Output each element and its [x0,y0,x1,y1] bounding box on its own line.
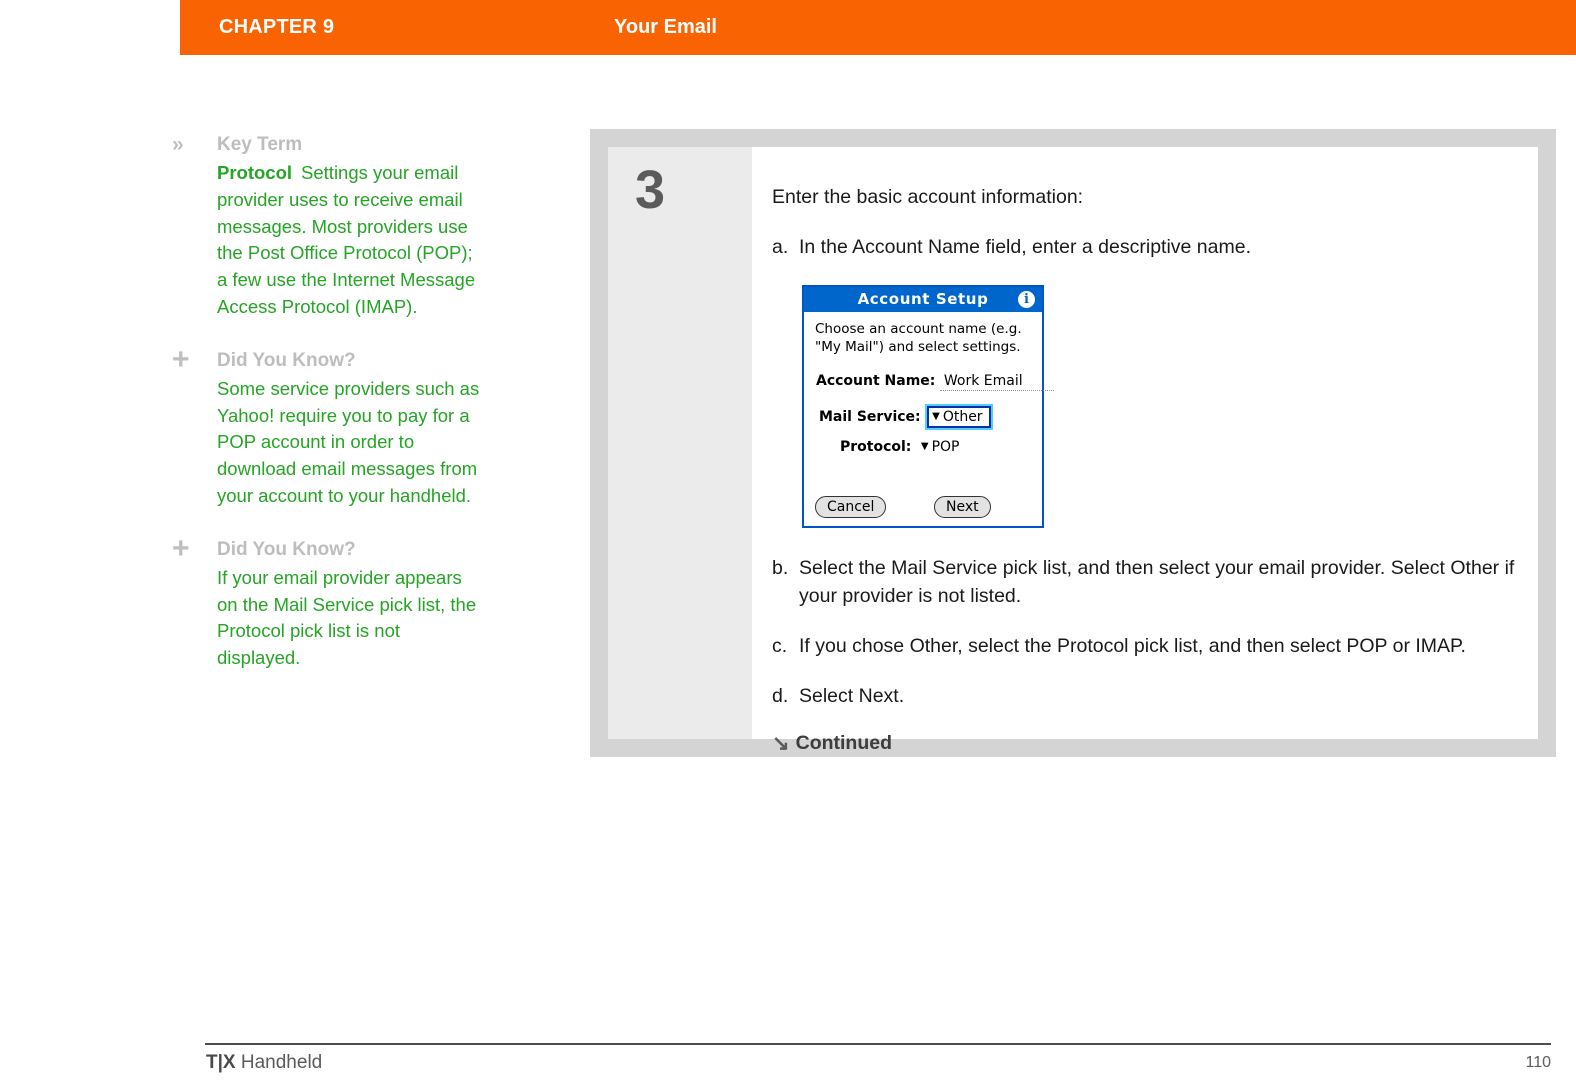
note-heading: Key Term [217,134,303,155]
step-callout-box: 3 Enter the basic account information: a… [590,129,1556,757]
cancel-button[interactable]: Cancel [815,496,887,518]
substep-a: a. In the Account Name field, enter a de… [772,233,1522,261]
substep-marker: c. [772,635,788,657]
footer-divider [205,1043,1551,1045]
pda-field-protocol: Protocol: ▼ POP [840,438,965,456]
header-section-title: Your Email [614,16,717,38]
substep-text: Select Next. [799,685,905,707]
continued-indicator: ↘ Continued [772,732,1522,755]
substep-marker: d. [772,685,789,707]
note-body: Key Term Protocol Settings your email pro… [217,131,482,321]
header-chapter-label: CHAPTER 9 [219,16,335,38]
substep-text: In the Account Name field, enter a descr… [799,236,1251,258]
pda-field-label: Mail Service: [819,409,921,425]
note-text: Some service providers such as Yahoo! re… [217,377,480,506]
note-did-you-know-2: + Did You Know? If your email provider a… [172,531,482,672]
plus-icon: + [172,531,190,565]
pda-field-label: Account Name: [816,373,936,389]
step-number-column: 3 [608,147,752,739]
page-header-bar: CHAPTER 9 Your Email [180,0,1576,55]
pda-field-label: Protocol: [840,439,912,455]
note-body: Did You Know? Some service providers suc… [217,347,482,510]
footer-product-label: T|X Handheld [206,1052,322,1074]
note-term: Protocol [217,162,293,183]
substep-b: b. Select the Mail Service pick list, an… [772,554,1522,610]
step-content: Enter the basic account information: a. … [772,183,1522,755]
double-chevron-right-icon: » [172,133,184,156]
continued-label: Continued [795,732,893,754]
info-icon[interactable]: i [1018,291,1035,308]
arrow-down-right-icon: ↘ [772,731,790,755]
note-text: Protocol Settings your email provider use… [217,160,482,321]
chevron-down-icon: ▼ [932,411,940,422]
step-lead-text: Enter the basic account information: [772,186,1084,208]
note-definition: Settings your email provider uses to rec… [217,162,476,317]
plus-icon: + [172,342,190,376]
substep-d: d. Select Next. [772,682,1522,710]
step-inner-panel: 3 Enter the basic account information: a… [608,147,1538,754]
protocol-value: POP [931,439,960,455]
substep-marker: a. [772,236,789,258]
product-name: Handheld [235,1052,323,1073]
note-text: If your email provider appears on the Ma… [217,566,477,669]
product-mark: T|X [206,1052,236,1073]
pda-screenshot-account-setup: Account Setup i Choose an account name (… [802,285,1054,528]
step-number: 3 [635,160,666,220]
substep-marker: b. [772,557,789,579]
substep-text: Select the Mail Service pick list, and t… [799,557,1515,607]
note-key-term: » Key Term Protocol Settings your email p… [172,131,482,321]
substep-text: If you chose Other, select the Protocol … [799,635,1466,657]
note-heading: Did You Know? [217,538,356,560]
pda-field-account-name: Account Name: Work Email [816,373,1054,391]
pda-titlebar: Account Setup i [804,287,1042,312]
pda-title: Account Setup [857,290,989,308]
mail-service-value: Other [942,409,983,425]
note-did-you-know-1: + Did You Know? Some service providers s… [172,342,482,510]
pda-field-mail-service: Mail Service: ▼ Other [819,406,991,428]
substep-c: c. If you chose Other, select the Protoc… [772,632,1522,660]
sidebar-notes: » Key Term Protocol Settings your email p… [172,131,482,698]
account-name-input[interactable]: Work Email [939,373,1054,391]
note-heading: Did You Know? [217,349,356,371]
page-number: 110 [1525,1054,1551,1071]
mail-service-picklist[interactable]: ▼ Other [927,406,991,428]
next-button[interactable]: Next [934,496,991,518]
chevron-down-icon: ▼ [920,441,929,452]
note-body: Did You Know? If your email provider app… [217,536,482,672]
pda-description: Choose an account name (e.g. "My Mail") … [815,321,1022,355]
protocol-picklist[interactable]: ▼ POP [918,438,966,456]
